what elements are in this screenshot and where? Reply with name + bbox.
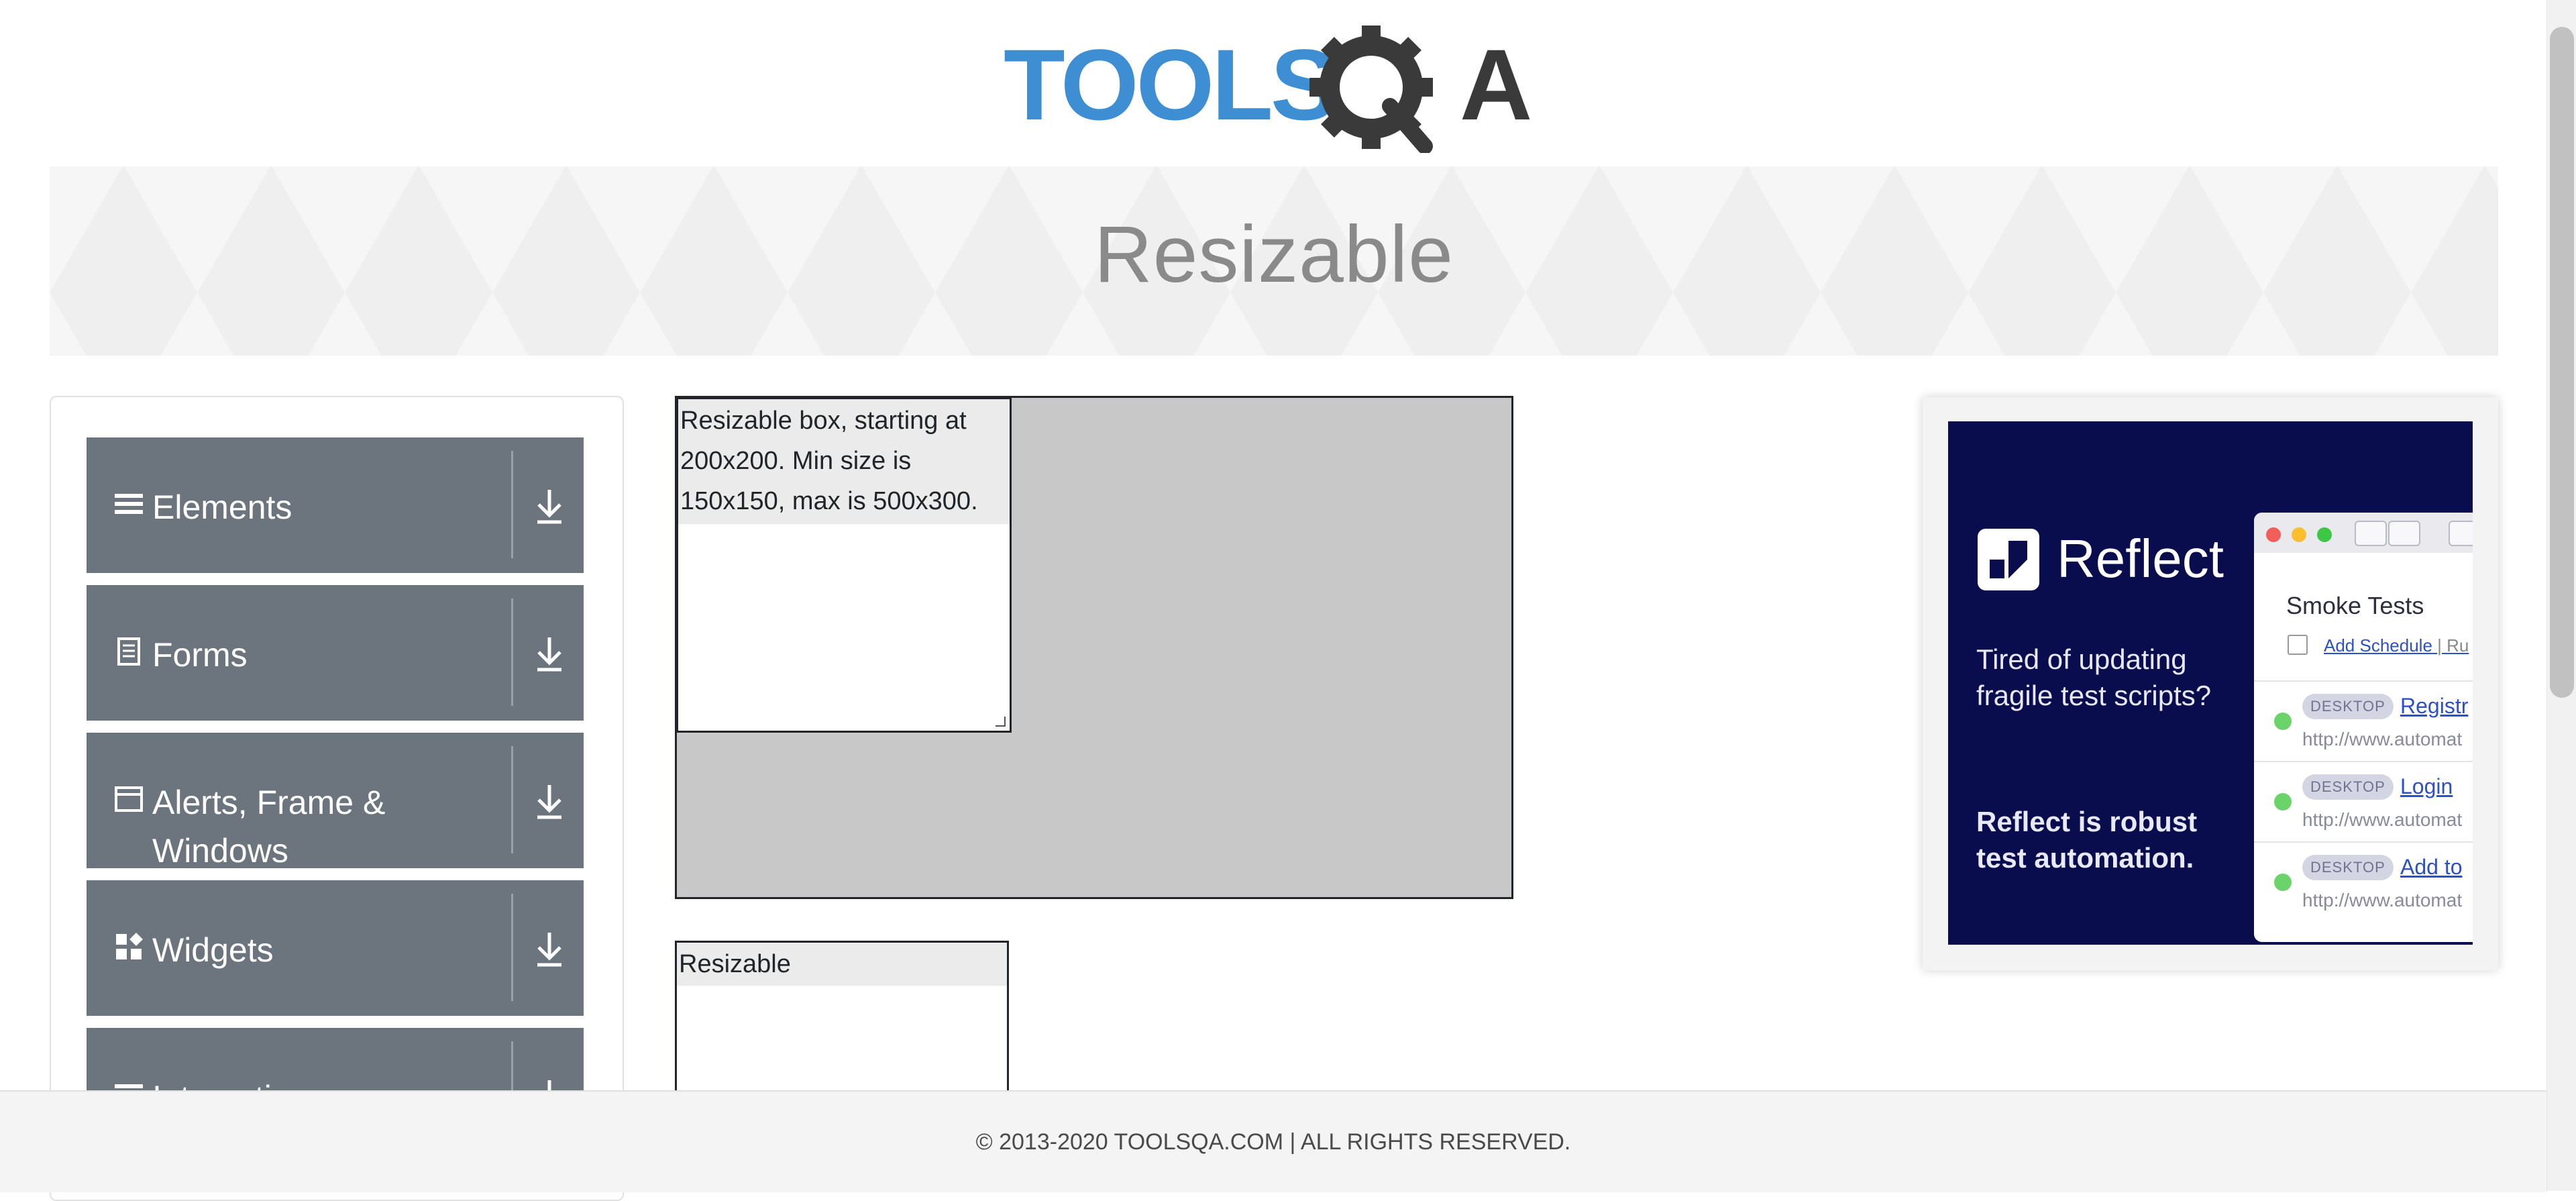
resizable-text: Resizable [677, 943, 1007, 986]
sidebar-group-label: Widgets [152, 931, 274, 969]
document-icon [117, 637, 140, 666]
scrollbar-thumb[interactable] [2550, 27, 2574, 698]
logo-text-tools: TOOLS [1004, 28, 1335, 141]
schedule-link: Add Schedule | Ru [2324, 635, 2469, 656]
window-title: Smoke Tests [2286, 592, 2424, 619]
resizable-box-restricted[interactable]: Resizable box, starting at 200x200. Min … [676, 397, 1012, 733]
hamburger-icon [115, 494, 143, 514]
logo-text-a: A [1460, 28, 1532, 141]
gear-icon [1309, 25, 1433, 153]
reflect-logo-icon [1978, 529, 2039, 590]
status-dot-icon [2274, 874, 2292, 891]
download-arrow-icon[interactable] [529, 926, 570, 974]
close-dot-icon [2266, 527, 2281, 542]
test-name: Login [2400, 774, 2453, 798]
test-row: DESKTOP Registr http://www.automat [2254, 680, 2473, 762]
badge: DESKTOP [2302, 774, 2394, 800]
download-arrow-icon[interactable] [529, 631, 570, 679]
sidebar-group-label: Forms [152, 636, 248, 674]
calendar-icon [2288, 635, 2308, 655]
status-dot-icon [2274, 713, 2292, 730]
footer: © 2013-2020 TOOLSQA.COM | ALL RIGHTS RES… [0, 1090, 2546, 1192]
browser-window-icon [115, 786, 143, 812]
badge: DESKTOP [2302, 694, 2394, 719]
sidebar-group-label: Alerts, Frame & Windows [152, 784, 386, 870]
resizable-box-text: Resizable box, starting at 200x200. Min … [678, 399, 1010, 524]
test-row: DESKTOP Add to http://www.automat [2254, 841, 2473, 923]
test-url: http://www.automat [2302, 729, 2463, 749]
test-url: http://www.automat [2302, 809, 2463, 830]
test-url: http://www.automat [2302, 890, 2463, 910]
divider [511, 894, 513, 1001]
download-arrow-icon[interactable] [529, 778, 570, 827]
sidebar-group-label: Elements [152, 488, 292, 526]
window-titlebar [2254, 513, 2473, 553]
maximize-dot-icon [2317, 527, 2332, 542]
divider [511, 746, 513, 853]
page-banner: Resizable [50, 166, 2498, 356]
resize-handle-icon[interactable] [995, 716, 1006, 727]
download-arrow-icon[interactable] [529, 483, 570, 531]
sidebar-toggle-icon [2449, 521, 2473, 546]
test-name: Registr [2400, 694, 2469, 718]
sidebar-group-widgets[interactable]: Widgets [87, 880, 584, 1016]
forward-button-icon [2388, 521, 2420, 546]
page-title: Resizable [1094, 209, 1454, 299]
vertical-scrollbar[interactable] [2546, 0, 2576, 1191]
ad-claim: Reflect is robust test automation. [1976, 806, 2198, 874]
ad-screenshot-window: Smoke Tests Add Schedule | Ru DESKTOP Re… [2254, 513, 2473, 942]
test-name: Add to [2400, 855, 2463, 879]
widgets-icon [116, 933, 143, 959]
minimize-dot-icon [2292, 527, 2306, 542]
reflect-ad[interactable]: Reflect Tired of updating fragile test s… [1948, 421, 2473, 945]
ad-brand-name: Reflect [2057, 529, 2224, 588]
sidebar-group-elements[interactable]: Elements [87, 437, 584, 573]
sidebar-group-forms[interactable]: Forms [87, 585, 584, 721]
toolsqa-logo[interactable]: TOOLS A [1004, 25, 1547, 153]
ad-tagline: Tired of updating fragile test scripts? [1976, 643, 2212, 711]
divider [511, 598, 513, 706]
badge: DESKTOP [2302, 855, 2394, 880]
status-dot-icon [2274, 793, 2292, 811]
sidebar-group-alerts-frame-windows[interactable]: Alerts, Frame & Windows [87, 733, 584, 870]
footer-copyright: © 2013-2020 TOOLSQA.COM | ALL RIGHTS RES… [975, 1129, 1571, 1155]
divider [511, 451, 513, 558]
test-row: DESKTOP Login http://www.automat [2254, 761, 2473, 843]
back-button-icon [2355, 521, 2387, 546]
